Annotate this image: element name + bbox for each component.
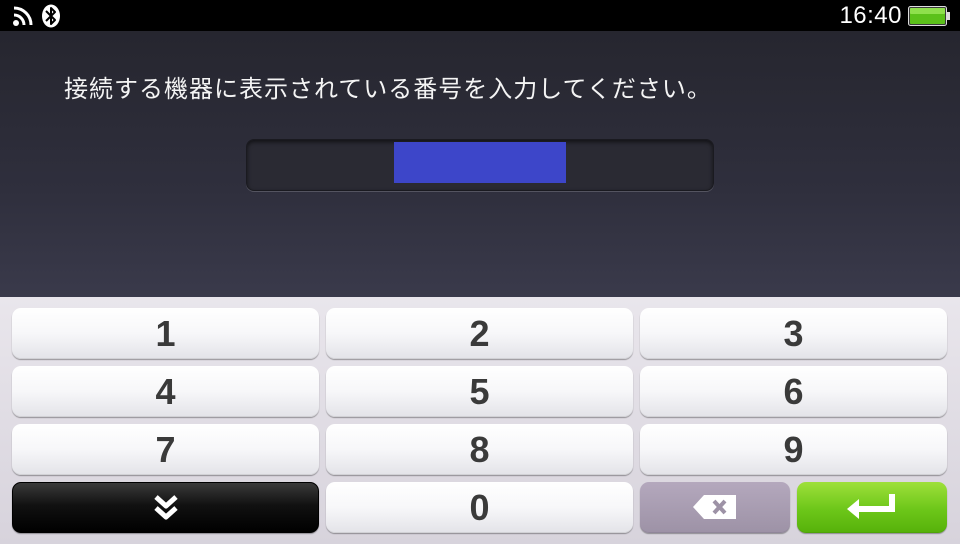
code-input-field[interactable] xyxy=(246,139,714,191)
main-panel: 接続する機器に表示されている番号を入力してください。 xyxy=(0,31,960,297)
backspace-icon xyxy=(640,494,790,520)
key-9[interactable]: 9 xyxy=(640,424,947,475)
key-1[interactable]: 1 xyxy=(12,308,319,359)
wifi-signal-icon xyxy=(12,5,34,27)
numeric-keypad: 1 2 3 4 5 6 7 8 9 0 xyxy=(0,297,960,544)
battery-icon xyxy=(908,6,950,26)
hide-keyboard-button[interactable] xyxy=(12,482,319,533)
instruction-text: 接続する機器に表示されている番号を入力してください。 xyxy=(64,75,712,103)
key-8[interactable]: 8 xyxy=(326,424,633,475)
enter-icon xyxy=(797,492,947,522)
key-5[interactable]: 5 xyxy=(326,366,633,417)
double-chevron-down-icon xyxy=(13,493,318,523)
key-6[interactable]: 6 xyxy=(640,366,947,417)
key-4[interactable]: 4 xyxy=(12,366,319,417)
key-0[interactable]: 0 xyxy=(326,482,633,533)
key-7[interactable]: 7 xyxy=(12,424,319,475)
bluetooth-icon xyxy=(41,4,61,28)
clock: 16:40 xyxy=(839,2,902,29)
key-3[interactable]: 3 xyxy=(640,308,947,359)
key-2[interactable]: 2 xyxy=(326,308,633,359)
backspace-button[interactable] xyxy=(640,482,790,533)
enter-button[interactable] xyxy=(797,482,947,533)
input-cursor-highlight xyxy=(394,142,566,183)
status-bar: 16:40 xyxy=(0,0,960,31)
